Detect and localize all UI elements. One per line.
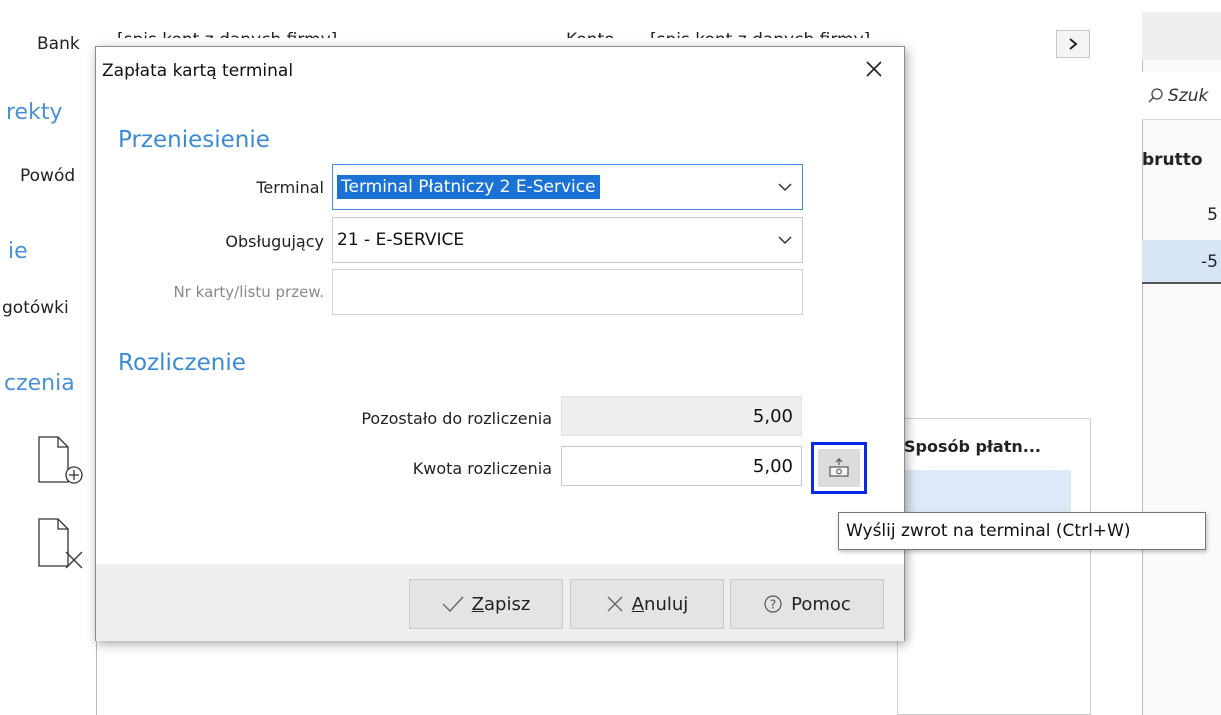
search-placeholder: Szuk	[1168, 85, 1209, 106]
svg-text:?: ?	[770, 598, 776, 612]
terminal-value: Terminal Płatniczy 2 E-Service	[337, 175, 600, 199]
dropdown-arrow-icon	[768, 165, 802, 209]
help-button-label: Pomoc	[791, 593, 851, 615]
search-input[interactable]: Szuk	[1142, 72, 1221, 120]
row-value: -5	[1201, 252, 1218, 272]
expand-panel-button[interactable]	[1056, 30, 1090, 58]
close-icon	[866, 61, 882, 77]
add-document-icon[interactable]	[38, 436, 84, 486]
operator-label: Obsługujący	[225, 232, 324, 251]
gotowki-label: gotówki	[2, 298, 69, 318]
section-korekty: rekty	[6, 100, 63, 125]
bank-label: Bank	[37, 34, 80, 54]
powod-label: Powód	[20, 166, 76, 186]
terminal-select[interactable]: Terminal Płatniczy 2 E-Service	[332, 164, 803, 210]
divider-line	[96, 640, 97, 715]
remaining-label: Pozostało do rozliczenia	[361, 409, 552, 428]
remove-document-icon[interactable]	[38, 518, 84, 570]
terminal-label: Terminal	[256, 178, 324, 197]
row-value: 5	[1207, 205, 1218, 225]
amount-label: Kwota rozliczenia	[412, 459, 552, 478]
close-button[interactable]	[862, 57, 886, 81]
section-title-transfer: Przeniesienie	[118, 127, 270, 153]
right-panel-header	[1142, 12, 1221, 60]
help-icon: ?	[764, 595, 782, 613]
card-number-label: Nr karty/listu przew.	[173, 283, 324, 301]
operator-select[interactable]: 21 - E-SERVICE	[332, 217, 803, 263]
card-number-input[interactable]	[332, 269, 803, 315]
section-title-settlement: Rozliczenie	[118, 350, 246, 376]
dropdown-arrow-icon	[768, 218, 802, 262]
send-to-terminal-icon	[829, 458, 849, 477]
send-refund-to-terminal-button[interactable]	[811, 442, 867, 494]
x-icon	[607, 596, 623, 612]
operator-value: 21 - E-SERVICE	[337, 230, 465, 250]
save-button-label: Zapisz	[471, 593, 531, 615]
selected-row[interactable]	[897, 470, 1071, 516]
save-button[interactable]: Zapisz	[409, 579, 563, 629]
payment-card-dialog: Zapłata kartą terminal Przeniesienie Ter…	[95, 46, 905, 641]
remaining-amount: 5,00	[561, 396, 802, 436]
payments-list	[897, 418, 1091, 715]
cancel-button-label: Anuluj	[631, 593, 689, 615]
search-icon	[1148, 87, 1163, 102]
column-header-payment-method[interactable]: Sposób płatn...	[904, 437, 1041, 456]
app-window: Bank [spis kont z danych firmy] Konto [s…	[0, 0, 1221, 715]
dialog-title: Zapłata kartą terminal	[102, 61, 294, 81]
check-icon	[442, 596, 464, 612]
chevron-right-icon	[1069, 38, 1078, 50]
send-refund-tooltip: Wyślij zwrot na terminal (Ctrl+W)	[838, 512, 1206, 550]
column-header-brutto[interactable]: brutto	[1142, 150, 1221, 170]
section-rozliczenia: czenia	[4, 371, 75, 396]
help-button[interactable]: ? Pomoc	[730, 579, 884, 629]
amount-input[interactable]: 5,00	[561, 446, 802, 486]
section-fragment-ie: ie	[8, 239, 28, 264]
cancel-button[interactable]: Anuluj	[570, 579, 724, 629]
